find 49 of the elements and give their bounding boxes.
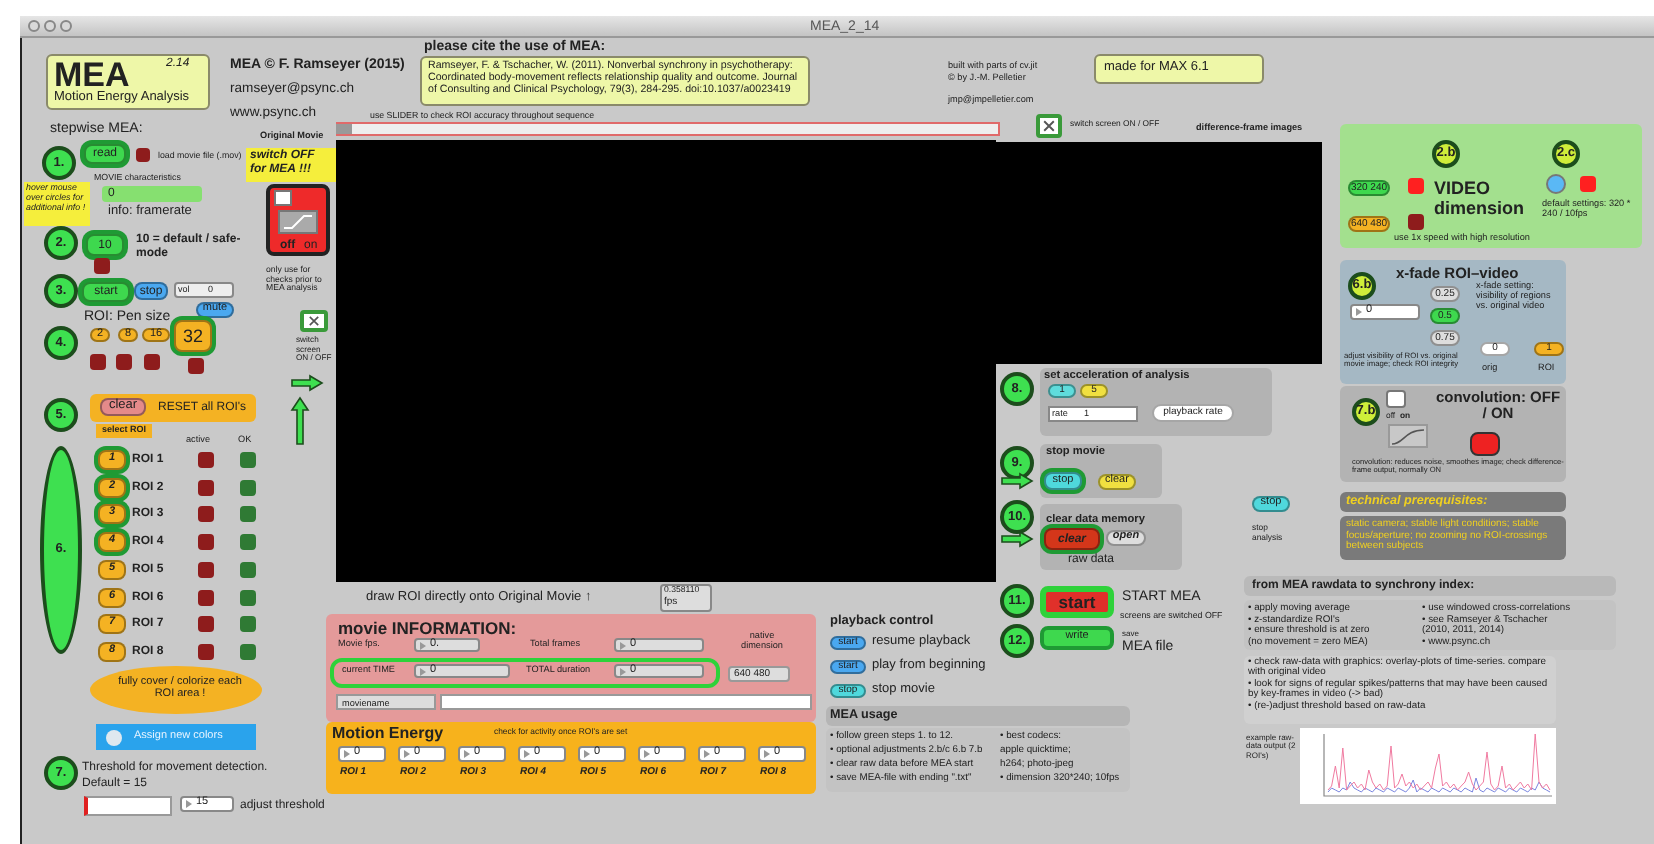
toggle[interactable] [1580, 176, 1596, 192]
volume-field[interactable] [174, 282, 234, 298]
toggle[interactable] [94, 258, 110, 274]
active-indicator[interactable] [198, 644, 214, 660]
active-indicator[interactable] [198, 616, 214, 632]
panel-title: movie INFORMATION: [338, 620, 517, 638]
toggle[interactable] [188, 358, 204, 374]
curve-icon [1388, 424, 1428, 448]
ok-indicator[interactable] [240, 590, 256, 606]
arrow-icon [1000, 472, 1034, 490]
rate-field[interactable] [1048, 406, 1138, 422]
start-button[interactable]: start [1040, 586, 1114, 618]
slider-track[interactable] [336, 122, 1000, 136]
active-indicator[interactable] [198, 562, 214, 578]
convolution-toggle[interactable] [1470, 432, 1500, 456]
fps-box [660, 584, 712, 612]
active-indicator[interactable] [198, 452, 214, 468]
ok-indicator[interactable] [240, 562, 256, 578]
toggle[interactable] [1408, 178, 1424, 194]
arrow-icon [1000, 530, 1034, 548]
ok-indicator[interactable] [240, 480, 256, 496]
checkbox[interactable] [1386, 390, 1406, 408]
toggle[interactable] [116, 354, 132, 370]
toggle[interactable] [90, 354, 106, 370]
arrow-icon [290, 396, 310, 446]
x-mark-icon [304, 314, 324, 328]
switch-icon [278, 210, 318, 234]
toggle-knob [274, 190, 292, 206]
threshold-input[interactable] [84, 796, 172, 816]
active-indicator[interactable] [198, 480, 214, 496]
arrow-icon [290, 374, 324, 392]
checkbox[interactable] [300, 310, 328, 332]
toggle[interactable] [1408, 214, 1424, 230]
ok-indicator[interactable] [240, 644, 256, 660]
ok-indicator[interactable] [240, 506, 256, 522]
ok-indicator[interactable] [240, 452, 256, 468]
active-indicator[interactable] [198, 506, 214, 522]
panel-title: Motion Energy [332, 726, 444, 743]
x-mark-icon [1040, 118, 1058, 134]
toggle[interactable] [144, 354, 160, 370]
toggle[interactable] [136, 148, 150, 162]
active-indicator[interactable] [198, 534, 214, 550]
pen-size-button[interactable]: 32 [174, 320, 212, 352]
active-indicator[interactable] [198, 590, 214, 606]
moviename-field[interactable] [440, 694, 812, 710]
ok-indicator[interactable] [240, 534, 256, 550]
checkbox[interactable] [1036, 114, 1062, 138]
slider-thumb[interactable] [336, 124, 352, 134]
ok-indicator[interactable] [240, 616, 256, 632]
